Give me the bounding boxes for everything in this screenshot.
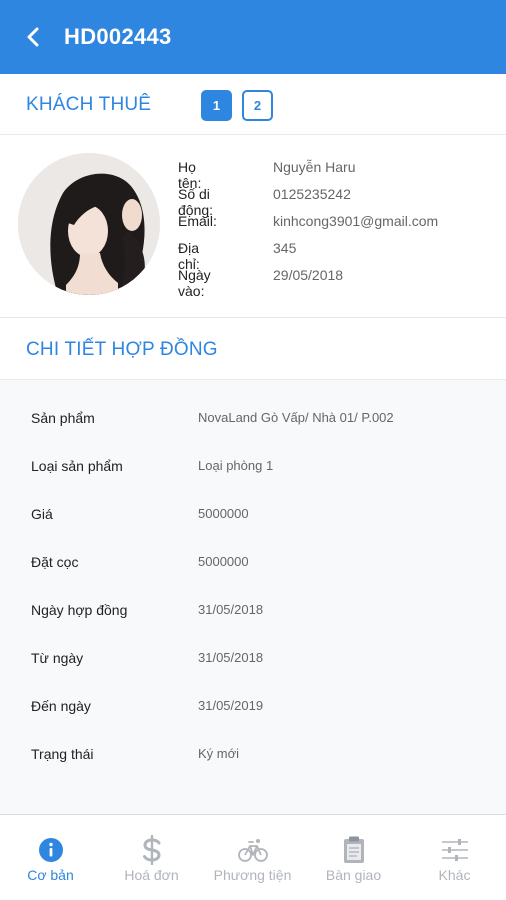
detail-value: 5000000: [198, 554, 249, 569]
tenant-name-value: Nguyễn Haru: [273, 159, 356, 175]
detail-label: Từ ngày: [31, 650, 84, 666]
tenant-phone-value[interactable]: 0125235242: [273, 186, 351, 202]
tab-label: Cơ bản: [27, 867, 74, 883]
app-header: HD002443: [0, 0, 506, 74]
detail-value: 31/05/2018: [198, 650, 264, 665]
contract-section-title: CHI TIẾT HỢP ĐỒNG: [26, 339, 218, 360]
tab-label: Phương tiện: [213, 867, 292, 883]
detail-label: Đặt cọc: [31, 554, 79, 570]
detail-label: Sản phẩm: [31, 410, 95, 426]
tab-vehicles[interactable]: Phương tiện: [202, 815, 303, 900]
avatar: [18, 153, 160, 295]
tab-label: Hoá đơn: [124, 867, 179, 883]
detail-label: Giá: [31, 506, 53, 522]
detail-row-to-date: Đến ngày 31/05/2019: [0, 698, 506, 722]
tenant-page-2-button[interactable]: 2: [242, 90, 273, 121]
tenant-move-in-label: Ngày vào:: [178, 267, 211, 299]
chevron-left-icon: [27, 27, 39, 47]
contract-details: Sản phẩm NovaLand Gò Vấp/ Nhà 01/ P.002 …: [0, 380, 506, 814]
tab-other[interactable]: Khác: [404, 815, 505, 900]
tenant-email-value[interactable]: kinhcong3901@gmail.com: [273, 213, 438, 229]
tenant-section-title: KHÁCH THUÊ: [26, 94, 152, 115]
tab-invoices[interactable]: Hoá đơn: [101, 815, 202, 900]
tenant-card: Họ tên: Nguyễn Haru Số di động: 01252352…: [0, 135, 506, 318]
detail-row-status: Trạng thái Ký mới: [0, 746, 506, 770]
tenant-section-header: KHÁCH THUÊ 1 2: [0, 74, 506, 135]
bicycle-icon: [237, 835, 268, 865]
detail-label: Loại sản phẩm: [31, 458, 123, 474]
bottom-tab-bar: Cơ bản Hoá đơn Phương tiện Bàn giao Khác: [0, 814, 506, 900]
detail-value: 31/05/2019: [198, 698, 264, 713]
dollar-icon: [137, 835, 167, 865]
clipboard-icon: [339, 835, 369, 865]
detail-row-product: Sản phẩm NovaLand Gò Vấp/ Nhà 01/ P.002: [0, 410, 506, 434]
tenant-move-in-value: 29/05/2018: [273, 267, 344, 283]
tenant-page-1-button[interactable]: 1: [201, 90, 232, 121]
detail-value: Loại phòng 1: [198, 458, 274, 473]
sliders-icon: [440, 835, 470, 865]
contract-section-header: CHI TIẾT HỢP ĐỒNG: [0, 318, 506, 380]
tenant-email-label: Email:: [178, 213, 217, 229]
page-title: HD002443: [64, 24, 172, 49]
detail-value: 31/05/2018: [198, 602, 264, 617]
tab-label: Khác: [438, 867, 471, 883]
tab-label: Bàn giao: [325, 867, 382, 883]
tenant-address-value: 345: [273, 240, 297, 256]
tab-basic[interactable]: Cơ bản: [0, 815, 101, 900]
back-button[interactable]: [20, 22, 48, 52]
detail-label: Đến ngày: [31, 698, 91, 714]
detail-value: 5000000: [198, 506, 249, 521]
detail-label: Trạng thái: [31, 746, 94, 762]
info-icon: [36, 835, 66, 865]
detail-row-contract-date: Ngày hợp đồng 31/05/2018: [0, 602, 506, 626]
detail-row-from-date: Từ ngày 31/05/2018: [0, 650, 506, 674]
detail-label: Ngày hợp đồng: [31, 602, 128, 618]
detail-value: NovaLand Gò Vấp/ Nhà 01/ P.002: [198, 410, 394, 425]
detail-row-deposit: Đặt cọc 5000000: [0, 554, 506, 578]
detail-row-price: Giá 5000000: [0, 506, 506, 530]
tab-handover[interactable]: Bàn giao: [303, 815, 404, 900]
detail-value: Ký mới: [198, 746, 240, 761]
detail-row-product-type: Loại sản phẩm Loại phòng 1: [0, 458, 506, 482]
